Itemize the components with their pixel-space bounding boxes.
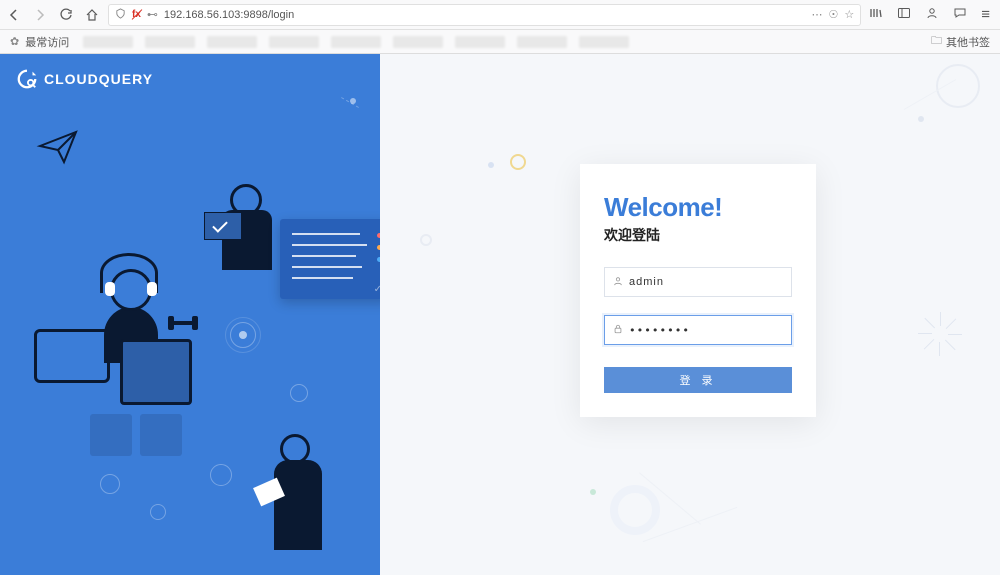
- insecure-icon: fx: [132, 9, 141, 20]
- url-bar[interactable]: fx ⊷ 192.168.56.103:9898/login ⋯ ☉ ☆: [108, 4, 861, 26]
- user-icon: [613, 276, 623, 289]
- logo-icon: [16, 68, 38, 90]
- lock-icon: [613, 324, 623, 337]
- decoration-square: [140, 414, 182, 456]
- chat-icon[interactable]: [953, 6, 967, 23]
- forward-button[interactable]: [32, 7, 48, 23]
- menu-icon[interactable]: ≡: [981, 6, 990, 23]
- password-field[interactable]: [604, 315, 792, 345]
- starburst-icon: [910, 304, 970, 364]
- paper-plane-icon: [36, 124, 80, 168]
- folder-icon: 🗀: [931, 32, 942, 51]
- bookmark-items-blurred: [83, 36, 629, 48]
- lock-off-icon: ⊷: [147, 8, 158, 21]
- brand-name: CLOUDQUERY: [44, 71, 153, 87]
- decoration-dot: [590, 489, 596, 495]
- decoration-circle: [510, 154, 526, 170]
- decoration-circle: [210, 464, 232, 486]
- back-button[interactable]: [6, 7, 22, 23]
- form-panel: Welcome! 欢迎登陆 登 录: [380, 54, 1000, 575]
- illustration-dumbbell: [168, 316, 198, 330]
- bookmark-star-icon[interactable]: ☆: [844, 8, 854, 21]
- decoration-circle: [230, 322, 256, 348]
- login-page: CLOUDQUERY ✓: [0, 54, 1000, 575]
- sidebar-icon[interactable]: [897, 6, 911, 23]
- decoration-circle: [420, 234, 432, 246]
- library-icon[interactable]: [869, 6, 883, 23]
- decoration-square: [90, 414, 132, 456]
- brand-logo: CLOUDQUERY: [16, 68, 153, 90]
- illustration-person-sitting: [230, 184, 272, 270]
- decoration-dot: [918, 116, 924, 122]
- welcome-heading: Welcome!: [604, 192, 792, 223]
- illustration-panel: CLOUDQUERY ✓: [0, 54, 380, 575]
- login-button[interactable]: 登 录: [604, 367, 792, 393]
- username-input[interactable]: [629, 276, 783, 288]
- reload-button[interactable]: [58, 7, 74, 23]
- nav-buttons: [6, 7, 100, 23]
- other-bookmarks-label: 其他书签: [946, 34, 990, 50]
- home-button[interactable]: [84, 7, 100, 23]
- gear-icon[interactable]: ✿: [10, 35, 19, 48]
- bookmarks-bar: ✿ 最常访问 🗀 其他书签: [0, 30, 1000, 54]
- illustration-frame: [120, 339, 192, 405]
- url-right-icons: ⋯ ☉ ☆: [811, 8, 854, 21]
- login-card: Welcome! 欢迎登陆 登 录: [580, 164, 816, 417]
- decoration-dot: [488, 162, 494, 168]
- illustration-person-standing: [280, 434, 322, 550]
- reader-icon[interactable]: ☉: [828, 8, 838, 21]
- username-field[interactable]: [604, 267, 792, 297]
- toolbar-right: ≡: [869, 6, 994, 23]
- account-icon[interactable]: [925, 6, 939, 23]
- bookmarks-label[interactable]: 最常访问: [25, 34, 69, 50]
- decoration-circle: [150, 504, 166, 520]
- other-bookmarks[interactable]: 🗀 其他书签: [931, 32, 990, 51]
- shield-icon: [115, 8, 126, 22]
- welcome-subtitle: 欢迎登陆: [604, 225, 792, 245]
- decoration-circle: [290, 384, 308, 402]
- illustration-list-card: ✓: [280, 219, 380, 299]
- decoration-circle: [610, 485, 660, 535]
- illustration-tablet: [34, 329, 110, 383]
- password-input[interactable]: [629, 324, 783, 337]
- decoration-circle: [100, 474, 120, 494]
- more-actions-icon[interactable]: ⋯: [811, 8, 822, 21]
- url-text: 192.168.56.103:9898/login: [164, 9, 806, 21]
- browser-toolbar: fx ⊷ 192.168.56.103:9898/login ⋯ ☉ ☆ ≡: [0, 0, 1000, 30]
